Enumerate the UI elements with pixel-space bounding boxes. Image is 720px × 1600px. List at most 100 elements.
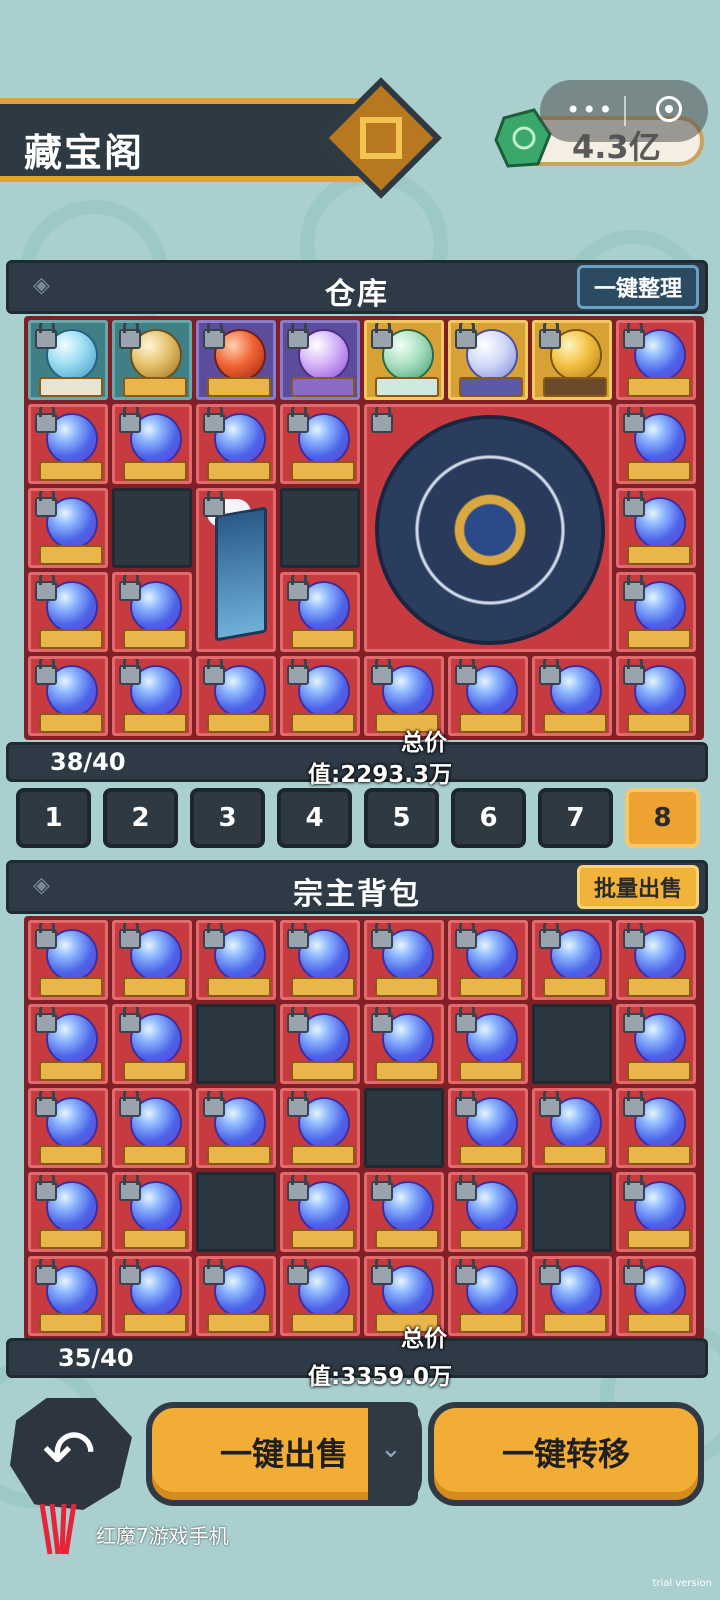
warehouse-slot[interactable] [280, 572, 360, 652]
warehouse-slot[interactable] [28, 488, 108, 568]
backpack-slot[interactable] [28, 920, 108, 1000]
warehouse-slot[interactable] [112, 404, 192, 484]
warehouse-header: ◈ 仓库 一键整理 [6, 260, 708, 314]
page-button-5[interactable]: 5 [364, 788, 439, 848]
orb-stand [627, 1313, 691, 1333]
lock-icon [35, 575, 57, 601]
backpack-slot[interactable] [112, 1172, 192, 1252]
backpack-slot[interactable] [28, 1004, 108, 1084]
warehouse-slot[interactable] [112, 656, 192, 736]
backpack-slot[interactable] [616, 1088, 696, 1168]
backpack-slot[interactable] [196, 920, 276, 1000]
empty-slot[interactable] [532, 1172, 612, 1252]
empty-slot[interactable] [112, 488, 192, 568]
backpack-slot[interactable] [532, 920, 612, 1000]
page-button-3[interactable]: 3 [190, 788, 265, 848]
warehouse-slot[interactable] [280, 404, 360, 484]
compass-artifact-slot[interactable] [364, 404, 612, 652]
sell-options-dropdown[interactable]: ⌄ [368, 1402, 418, 1506]
lock-icon [371, 659, 393, 685]
warehouse-slot[interactable] [28, 320, 108, 400]
backpack-slot[interactable] [616, 1172, 696, 1252]
backpack-slot[interactable] [364, 1172, 444, 1252]
empty-slot[interactable] [196, 1004, 276, 1084]
warehouse-slot[interactable] [196, 404, 276, 484]
empty-slot[interactable] [280, 488, 360, 568]
more-dots-icon[interactable]: ••• [566, 96, 614, 124]
backpack-slot[interactable] [448, 1172, 528, 1252]
page-button-1[interactable]: 1 [16, 788, 91, 848]
page-button-7[interactable]: 7 [538, 788, 613, 848]
backpack-slot[interactable] [448, 1088, 528, 1168]
backpack-slot[interactable] [616, 1256, 696, 1336]
warehouse-slot[interactable] [616, 320, 696, 400]
lock-icon [287, 659, 309, 685]
empty-slot[interactable] [196, 1172, 276, 1252]
backpack-slot[interactable] [616, 1004, 696, 1084]
banner-artifact-slot[interactable] [196, 488, 276, 652]
backpack-slot[interactable] [28, 1172, 108, 1252]
backpack-slot[interactable] [364, 920, 444, 1000]
page-button-2[interactable]: 2 [103, 788, 178, 848]
warehouse-total-label: 总价 [401, 730, 447, 756]
backpack-slot[interactable] [532, 1088, 612, 1168]
lock-icon [119, 659, 141, 685]
trial-watermark: trial version [652, 1578, 712, 1589]
red-magic-logo-icon [39, 1503, 77, 1555]
backpack-slot[interactable] [616, 920, 696, 1000]
backpack-slot[interactable] [112, 1088, 192, 1168]
lock-icon [119, 1091, 141, 1117]
warehouse-slot[interactable] [616, 404, 696, 484]
warehouse-slot[interactable] [532, 656, 612, 736]
backpack-slot[interactable] [280, 920, 360, 1000]
backpack-slot[interactable] [112, 920, 192, 1000]
lock-icon [203, 923, 225, 949]
warehouse-slot[interactable] [616, 572, 696, 652]
lock-icon [539, 659, 561, 685]
backpack-slot[interactable] [364, 1004, 444, 1084]
warehouse-slot[interactable] [28, 656, 108, 736]
organize-button[interactable]: 一键整理 [576, 265, 699, 309]
lock-icon [623, 1259, 645, 1285]
page-button-4[interactable]: 4 [277, 788, 352, 848]
warehouse-slot[interactable] [616, 488, 696, 568]
empty-slot[interactable] [364, 1088, 444, 1168]
backpack-slot[interactable] [28, 1088, 108, 1168]
warehouse-slot[interactable] [112, 320, 192, 400]
backpack-slot[interactable] [448, 920, 528, 1000]
warehouse-slot[interactable] [196, 320, 276, 400]
backpack-slot[interactable] [448, 1004, 528, 1084]
backpack-slot[interactable] [280, 1088, 360, 1168]
warehouse-slot[interactable] [364, 320, 444, 400]
backpack-slot[interactable] [196, 1256, 276, 1336]
backpack-slot[interactable] [280, 1172, 360, 1252]
warehouse-slot[interactable] [28, 572, 108, 652]
bulk-sell-button[interactable]: 批量出售 [576, 865, 699, 909]
orb-stand [627, 1061, 691, 1081]
backpack-slot[interactable] [532, 1256, 612, 1336]
warehouse-slot[interactable] [616, 656, 696, 736]
backpack-slot[interactable] [280, 1004, 360, 1084]
backpack-slot[interactable] [28, 1256, 108, 1336]
orb-stand [123, 1229, 187, 1249]
backpack-slot[interactable] [196, 1088, 276, 1168]
warehouse-slot[interactable] [532, 320, 612, 400]
backpack-slot[interactable] [112, 1004, 192, 1084]
lock-icon [623, 575, 645, 601]
warehouse-slot[interactable] [196, 656, 276, 736]
warehouse-slot[interactable] [112, 572, 192, 652]
backpack-slot[interactable] [112, 1256, 192, 1336]
warehouse-slot[interactable] [448, 320, 528, 400]
close-target-icon[interactable] [656, 96, 682, 122]
empty-slot[interactable] [532, 1004, 612, 1084]
transfer-all-button[interactable]: 一键转移 [428, 1402, 704, 1506]
page-button-8[interactable]: 8 [625, 788, 700, 848]
orb-stand [543, 1145, 607, 1165]
page-selector: 1 2 3 4 5 6 7 8 [16, 788, 706, 848]
orb-stand [627, 977, 691, 997]
lock-icon [539, 1259, 561, 1285]
page-button-6[interactable]: 6 [451, 788, 526, 848]
warehouse-slot[interactable] [28, 404, 108, 484]
orb-stand [459, 1145, 523, 1165]
warehouse-slot[interactable] [280, 320, 360, 400]
